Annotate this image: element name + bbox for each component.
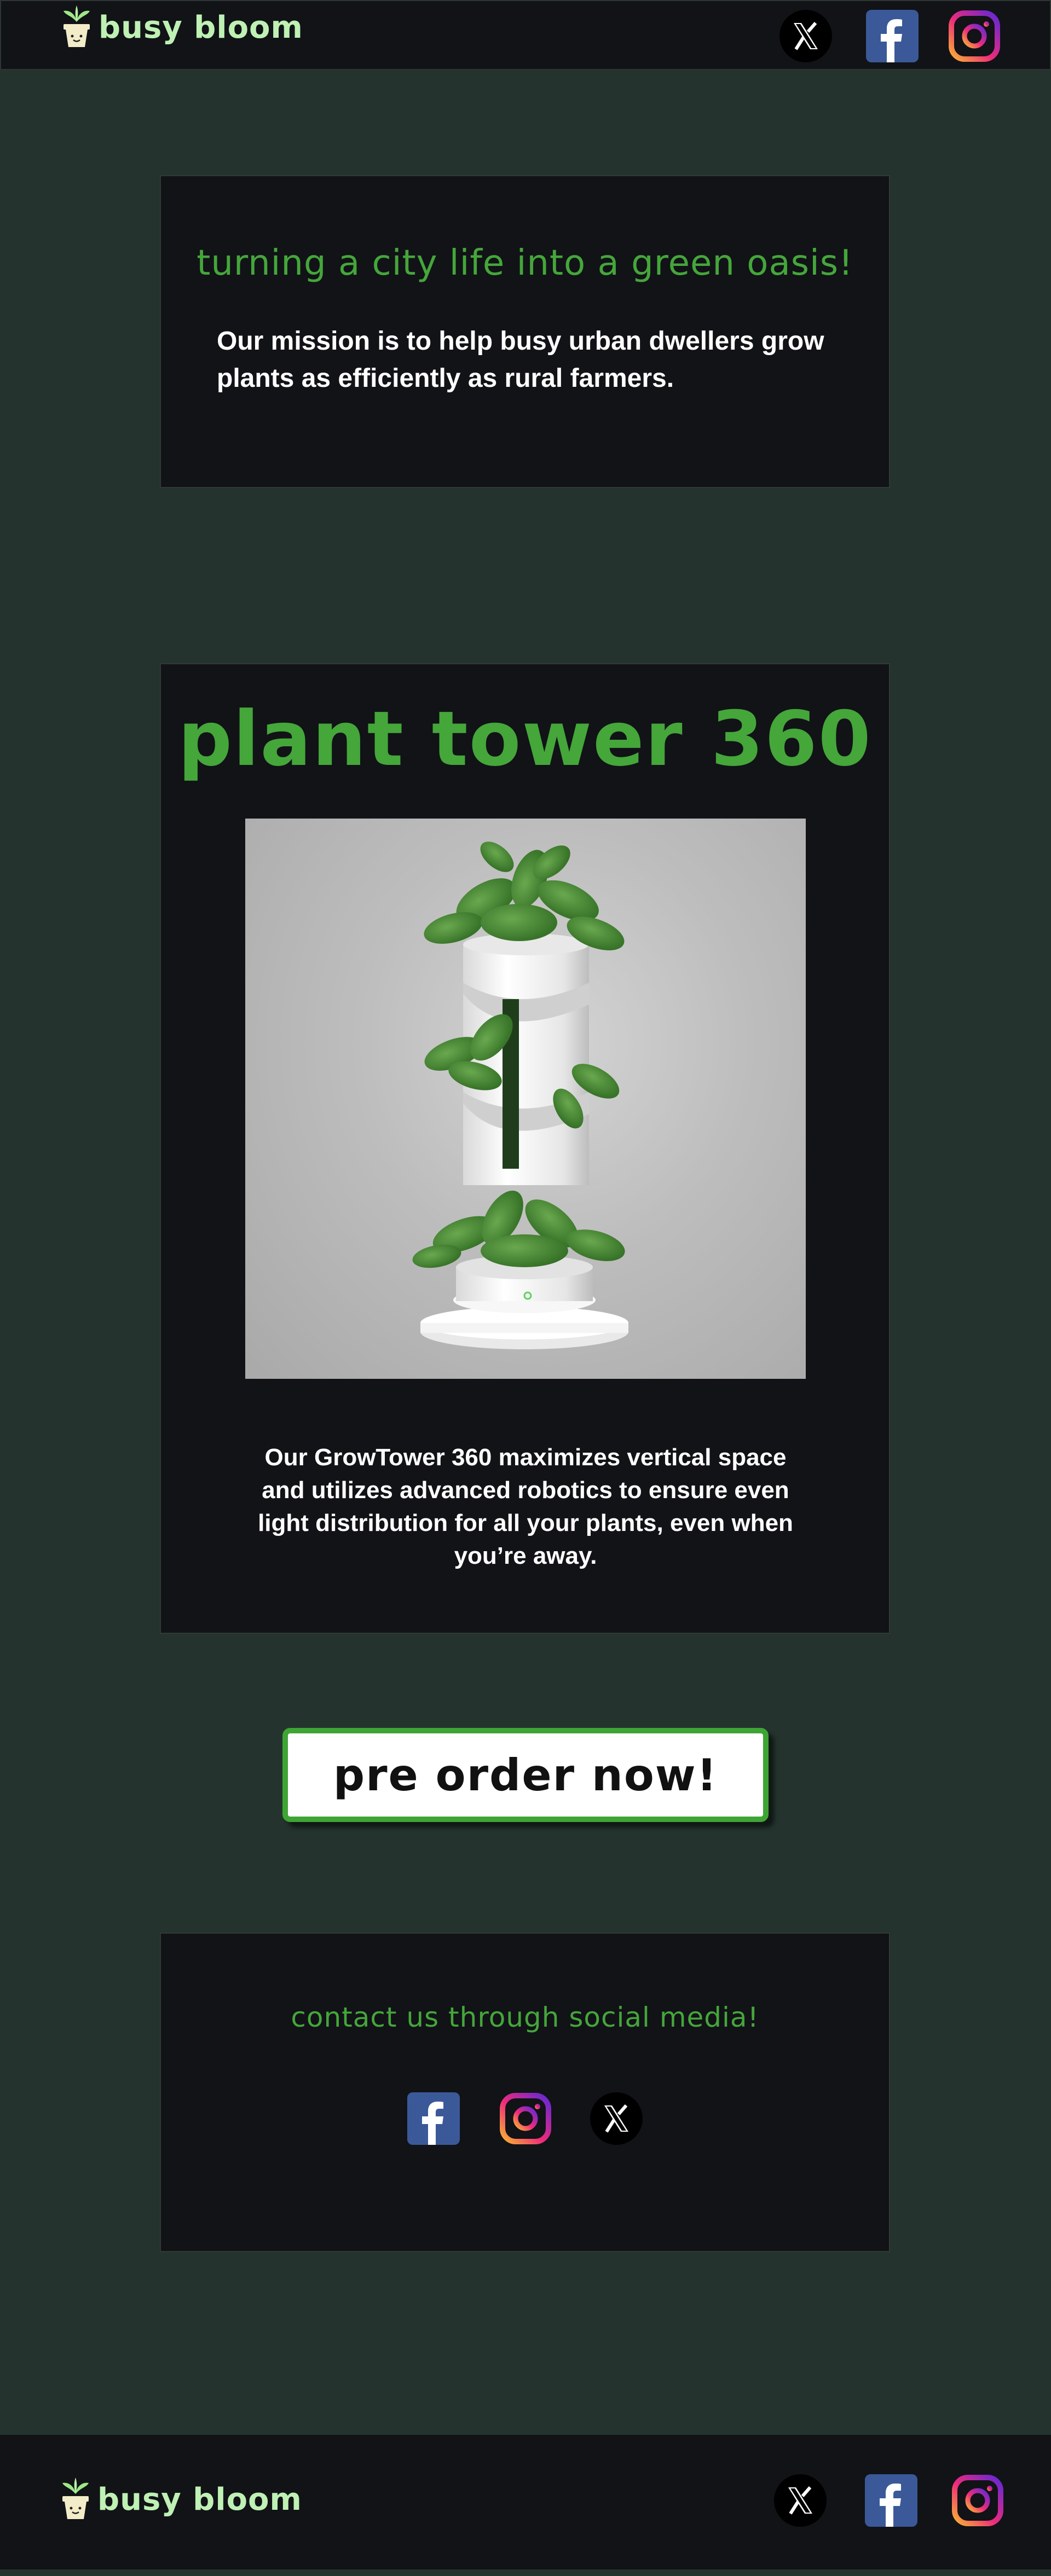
x-icon [779, 10, 832, 62]
pre-order-button[interactable]: pre order now! [282, 1728, 769, 1822]
footer-facebook-link[interactable] [865, 2474, 917, 2527]
product-panel: plant tower 360 Our GrowTower 360 maximi… [160, 663, 890, 1634]
brand-name: busy bloom [99, 9, 303, 45]
footer-brand-logo[interactable]: busy bloom [58, 2478, 302, 2521]
brand-logo[interactable]: busy bloom [59, 5, 303, 49]
instagram-icon [949, 10, 1000, 62]
mission-panel: turning a city life into a green oasis! … [160, 175, 890, 488]
plant-pot-icon [63, 5, 90, 47]
contact-instagram-link[interactable] [499, 2092, 552, 2145]
instagram-icon [500, 2093, 551, 2144]
facebook-icon [865, 2474, 917, 2527]
contact-panel: contact us through social media! [160, 1933, 890, 2252]
product-title: plant tower 360 [178, 695, 872, 783]
x-icon [590, 2092, 643, 2145]
contact-facebook-link[interactable] [407, 2092, 460, 2145]
product-image [245, 819, 806, 1379]
facebook-icon [407, 2092, 460, 2145]
top-navbar: busy bloom [0, 0, 1051, 70]
instagram-link[interactable] [948, 10, 1001, 62]
product-description: Our GrowTower 360 maximizes vertical spa… [258, 1444, 793, 1569]
facebook-icon [866, 10, 919, 62]
plant-tower-illustration [412, 842, 628, 1349]
mission-text: Our mission is to help busy urban dwelle… [217, 327, 824, 393]
instagram-icon [952, 2475, 1003, 2526]
contact-x-link[interactable] [590, 2092, 643, 2145]
contact-title: contact us through social media! [291, 2001, 759, 2033]
x-link[interactable] [779, 10, 832, 62]
footer-instagram-link[interactable] [951, 2474, 1004, 2527]
facebook-link[interactable] [866, 10, 919, 62]
plant-pot-icon [62, 2478, 89, 2519]
x-icon [774, 2474, 827, 2527]
footer-brand-name: busy bloom [97, 2481, 302, 2517]
mission-tagline: turning a city life into a green oasis! [197, 243, 853, 283]
footer: busy bloom [0, 2435, 1051, 2569]
footer-x-link[interactable] [774, 2474, 827, 2527]
